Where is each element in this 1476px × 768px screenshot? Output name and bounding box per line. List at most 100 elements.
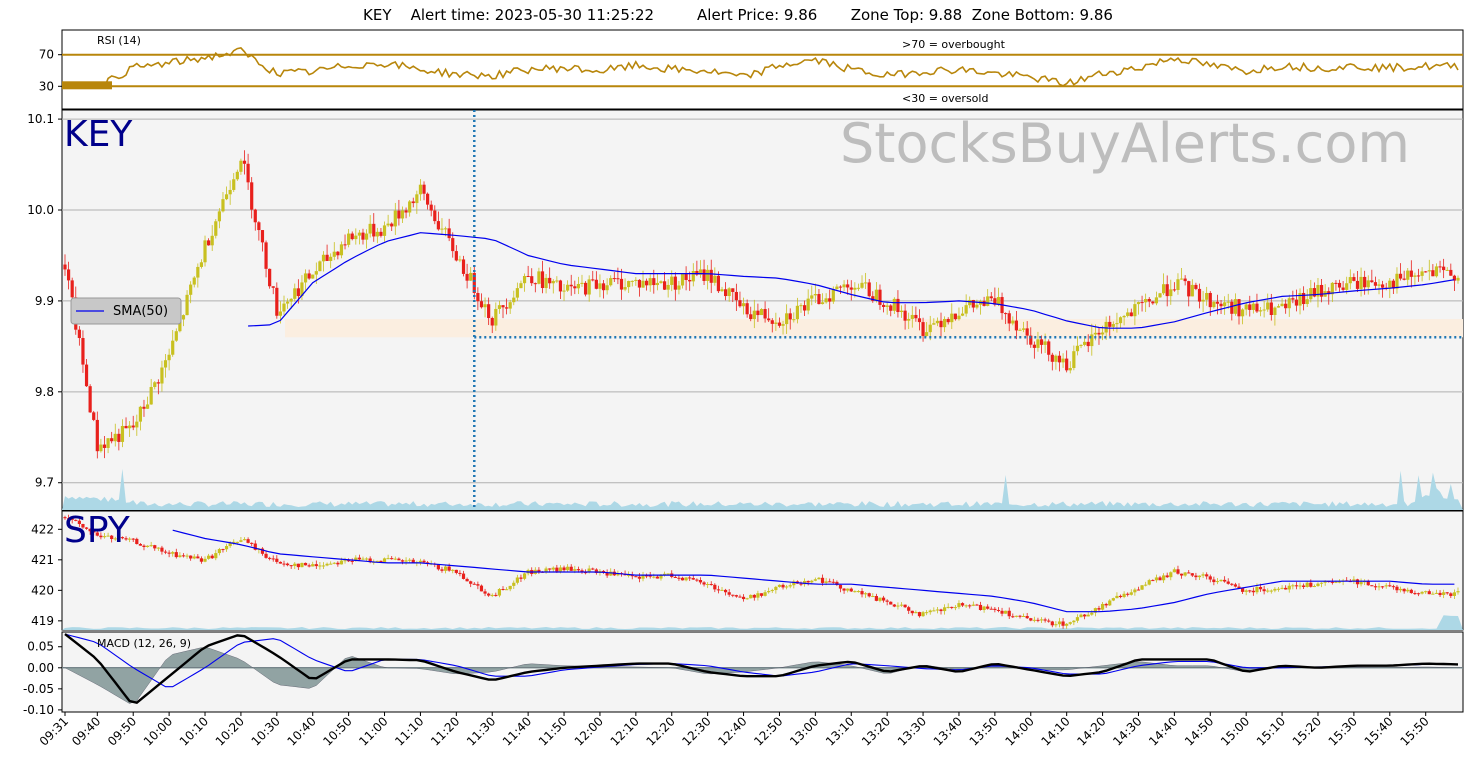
spy-candle	[289, 565, 293, 567]
key-candle	[810, 295, 814, 299]
spy-candle	[1018, 615, 1022, 617]
spy-candle	[1158, 577, 1162, 581]
key-candle	[497, 305, 502, 309]
key-candle	[124, 425, 128, 429]
key-candle	[379, 231, 383, 236]
spy-candle	[975, 604, 979, 606]
spy-candle	[1305, 582, 1309, 587]
spy-candle	[569, 566, 573, 571]
key-candle	[655, 282, 659, 286]
spy-candle	[1280, 587, 1284, 589]
key-candle	[1273, 307, 1277, 316]
key-candle	[167, 354, 171, 361]
spy-candle	[741, 596, 746, 600]
key-candle	[1032, 344, 1036, 348]
spy-candle	[720, 589, 724, 591]
key-candle	[813, 294, 817, 296]
key-candle	[128, 425, 132, 429]
spy-candle	[1194, 575, 1198, 578]
key-candle	[1212, 301, 1216, 308]
x-tick-label: 10:40	[284, 714, 318, 748]
key-candle	[163, 360, 168, 368]
key-candle	[347, 233, 351, 245]
spy-candle	[993, 608, 997, 610]
key-candle	[1061, 358, 1065, 363]
key-candle	[99, 444, 103, 452]
x-tick-label: 15:00	[1218, 714, 1252, 748]
key-candle	[817, 294, 821, 305]
key-candle	[835, 286, 839, 290]
key-candle	[842, 284, 846, 288]
key-candle	[296, 288, 300, 297]
spy-candle	[1165, 575, 1169, 578]
key-candle	[1075, 345, 1080, 352]
x-tick-label: 11:10	[392, 714, 426, 748]
spy-candle	[1359, 581, 1363, 585]
spy-candle	[476, 584, 480, 586]
macd-y-tick-label: 0.00	[27, 661, 54, 675]
spy-candle	[181, 555, 186, 557]
spy-candle	[738, 596, 742, 598]
spy-candle	[1111, 598, 1115, 601]
key-candle	[354, 235, 358, 240]
spy-candle	[440, 569, 444, 571]
key-candle	[752, 310, 756, 320]
spy-candle	[781, 584, 785, 588]
spy-candle	[810, 580, 814, 583]
key-candle	[896, 298, 900, 313]
spy-candle	[899, 604, 904, 606]
spy-candle	[652, 576, 656, 578]
key-candle	[1449, 269, 1453, 276]
rsi-y-tick-label: 70	[39, 48, 54, 62]
spy-candle	[1398, 588, 1403, 591]
key-candle	[1179, 278, 1184, 280]
spy-candle	[303, 562, 308, 566]
key-candle	[921, 322, 925, 336]
key-candle	[321, 254, 326, 262]
key-candle	[1442, 266, 1446, 271]
spy-candle	[418, 560, 423, 563]
spy-candle	[504, 589, 509, 591]
key-candle	[706, 269, 710, 281]
spy-candle	[960, 603, 965, 606]
key-candle	[637, 279, 642, 288]
spy-candle	[1133, 589, 1137, 593]
spy-candle	[268, 557, 272, 559]
oversold-label: <30 = oversold	[902, 92, 988, 105]
key-candle	[440, 228, 444, 230]
key-candle	[1363, 276, 1367, 288]
spy-candle	[1262, 589, 1266, 592]
key-candle	[1172, 289, 1176, 291]
spy-candle	[957, 603, 961, 608]
key-candle	[874, 289, 878, 301]
key-candle	[483, 304, 487, 308]
key-candle	[935, 320, 940, 324]
spy-candle	[734, 595, 738, 597]
spy-candle	[892, 604, 896, 607]
spy-candle	[799, 583, 803, 585]
key-candle	[469, 272, 473, 281]
key-candle	[1065, 358, 1069, 371]
spy-candle	[1302, 585, 1306, 587]
key-candle	[540, 271, 545, 289]
key-candle	[117, 433, 121, 442]
spy-candle	[1032, 619, 1036, 621]
key-candle	[70, 280, 74, 298]
key-candle	[487, 304, 491, 319]
key-candle	[131, 425, 135, 428]
spy-candle	[325, 563, 329, 566]
spy-candle	[943, 607, 947, 612]
key-candle	[461, 259, 466, 274]
key-candle	[181, 315, 186, 320]
key-candle	[612, 278, 616, 280]
key-candle	[458, 259, 462, 261]
key-candle	[583, 282, 588, 295]
key-candle	[1190, 284, 1194, 297]
spy-candle	[1431, 593, 1435, 595]
key-candle	[867, 282, 871, 297]
key-candle	[325, 254, 329, 261]
key-candle	[1205, 292, 1209, 300]
key-candle	[415, 194, 419, 204]
spy-candle	[903, 604, 907, 608]
key-candle	[512, 297, 516, 303]
